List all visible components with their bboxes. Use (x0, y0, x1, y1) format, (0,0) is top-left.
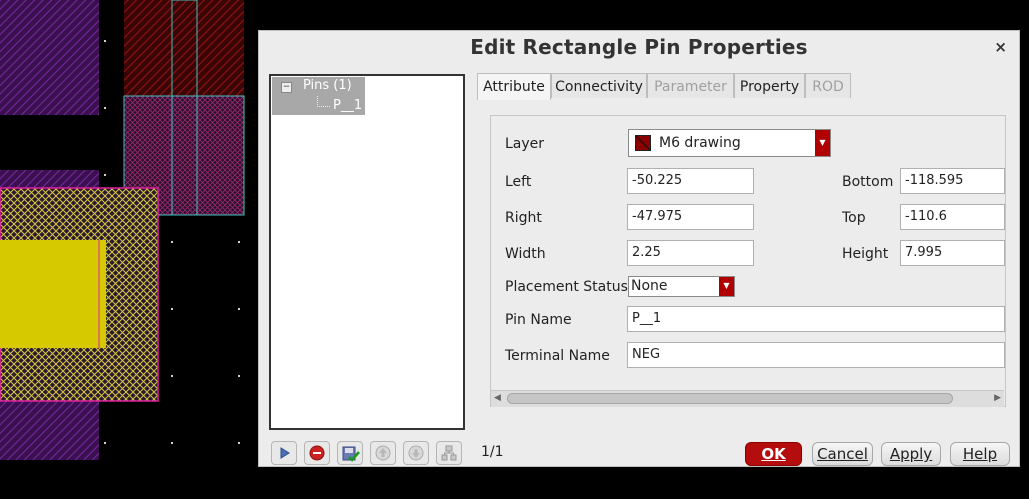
placement-status-select[interactable]: None ▼ (628, 276, 735, 297)
dialog-title: Edit Rectangle Pin Properties (470, 35, 808, 59)
tree-item-pins[interactable]: Pins (1) (303, 78, 352, 93)
scroll-right-icon[interactable]: ▶ (994, 393, 1001, 403)
delete-button[interactable] (304, 441, 330, 465)
tab-connectivity[interactable]: Connectivity (551, 73, 647, 98)
help-button-label: Help (962, 445, 998, 463)
layer-swatch-icon (635, 135, 651, 151)
terminal-name-field[interactable]: NEG (627, 342, 1005, 368)
horizontal-scrollbar[interactable]: ◀ ▶ (491, 390, 1004, 407)
hierarchy-icon (441, 445, 457, 461)
height-label: Height (842, 246, 889, 262)
apply-button[interactable]: Apply (881, 442, 941, 466)
layer-select[interactable]: M6 drawing ▼ (628, 129, 831, 157)
ok-button[interactable]: OK (745, 442, 802, 466)
cancel-button-label: Cancel (817, 445, 868, 463)
scroll-left-icon[interactable]: ◀ (494, 393, 501, 403)
pins-tree[interactable]: − Pins (1) P__1 (269, 74, 465, 430)
bottom-field[interactable]: -118.595 (900, 168, 1005, 194)
tree-connector (317, 96, 330, 107)
edit-rectangle-pin-dialog: Edit Rectangle Pin Properties × − Pins (… (258, 30, 1020, 467)
placement-status-value: None (631, 278, 668, 294)
right-field[interactable]: -47.975 (627, 204, 754, 230)
width-field[interactable]: 2.25 (627, 240, 754, 266)
save-check-icon (342, 446, 360, 462)
arrow-up-icon (375, 445, 391, 461)
left-field[interactable]: -50.225 (627, 168, 754, 194)
title-bar[interactable]: Edit Rectangle Pin Properties × (259, 31, 1019, 65)
pin-name-label: Pin Name (505, 312, 572, 328)
next-button[interactable] (271, 441, 297, 465)
layer-label: Layer (505, 136, 545, 152)
arrow-down-icon (408, 445, 424, 461)
chevron-down-icon[interactable]: ▼ (815, 130, 830, 156)
tab-rod: ROD (805, 73, 851, 98)
right-label: Right (505, 210, 542, 226)
tab-attribute[interactable]: Attribute (477, 73, 551, 100)
pin-name-field[interactable]: P__1 (627, 306, 1005, 332)
move-down-button[interactable] (403, 441, 429, 465)
scrollbar-thumb[interactable] (507, 393, 953, 404)
stop-icon (309, 445, 325, 461)
hierarchy-button[interactable] (436, 441, 462, 465)
collapse-icon[interactable]: − (281, 82, 292, 93)
placement-status-label: Placement Status (505, 279, 628, 295)
tab-property[interactable]: Property (734, 73, 805, 98)
top-label: Top (842, 210, 866, 226)
chevron-down-icon[interactable]: ▼ (719, 277, 734, 296)
terminal-name-label: Terminal Name (505, 348, 610, 364)
apply-check-button[interactable] (337, 441, 363, 465)
width-label: Width (505, 246, 546, 262)
attribute-panel: Layer M6 drawing ▼ Left -50.225 Bottom -… (490, 115, 1006, 407)
ok-button-label: OK (761, 445, 786, 463)
layer-value: M6 drawing (659, 135, 741, 151)
left-label: Left (505, 174, 532, 190)
height-field[interactable]: 7.995 (900, 240, 1005, 266)
move-up-button[interactable] (370, 441, 396, 465)
close-button[interactable]: × (994, 38, 1007, 56)
play-icon (280, 447, 290, 459)
cancel-button[interactable]: Cancel (812, 442, 873, 466)
help-button[interactable]: Help (950, 442, 1010, 466)
tree-item-pin[interactable]: P__1 (333, 98, 362, 113)
page-count: 1/1 (481, 444, 504, 460)
tab-parameter: Parameter (647, 73, 734, 98)
bottom-label: Bottom (842, 174, 894, 190)
top-field[interactable]: -110.6 (900, 204, 1005, 230)
apply-button-label: Apply (889, 445, 933, 463)
